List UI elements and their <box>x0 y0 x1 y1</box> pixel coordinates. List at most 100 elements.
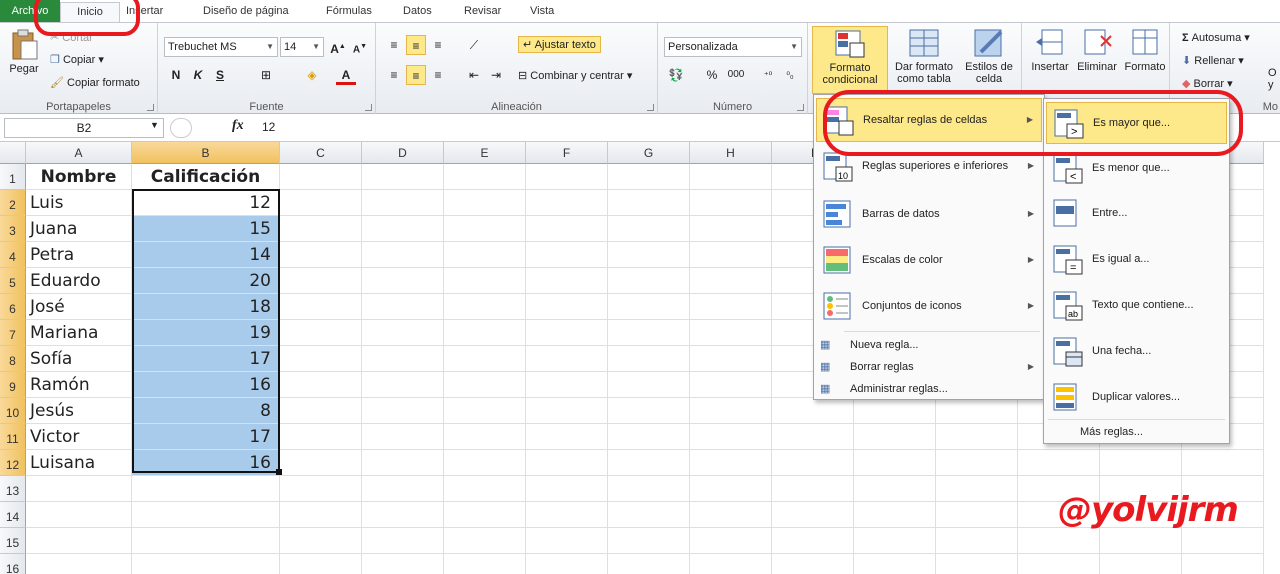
underline-button[interactable]: S <box>210 65 230 85</box>
cell-empty[interactable] <box>772 424 854 450</box>
cell-empty[interactable] <box>608 372 690 398</box>
cell-empty[interactable] <box>936 398 1018 424</box>
submenu-item-between[interactable]: Entre... <box>1046 193 1227 235</box>
cell-a[interactable] <box>26 476 132 502</box>
cell-empty[interactable] <box>362 502 444 528</box>
cell-empty[interactable] <box>936 528 1018 554</box>
cell-empty[interactable] <box>690 242 772 268</box>
fill-color-icon[interactable]: ◈ <box>302 65 322 85</box>
cell-b[interactable]: 8 <box>132 398 280 424</box>
cell-empty[interactable] <box>362 372 444 398</box>
cell-empty[interactable] <box>608 450 690 476</box>
cell-empty[interactable] <box>526 268 608 294</box>
number-launcher-icon[interactable] <box>797 104 804 111</box>
cell-empty[interactable] <box>608 164 690 190</box>
clipboard-launcher-icon[interactable] <box>147 104 154 111</box>
cell-empty[interactable] <box>936 476 1018 502</box>
fill-handle[interactable] <box>276 469 282 475</box>
cell-empty[interactable] <box>936 554 1018 574</box>
cell-empty[interactable] <box>280 502 362 528</box>
insert-cells-button[interactable]: Insertar <box>1026 26 1074 73</box>
align-middle-icon[interactable]: ≡ <box>406 35 426 55</box>
name-box[interactable]: B2 <box>4 118 164 138</box>
merge-center-button[interactable]: ⊟ Combinar y centrar ▾ <box>518 69 632 82</box>
cell-empty[interactable] <box>362 476 444 502</box>
orientation-icon[interactable]: ⟋ <box>464 35 484 55</box>
align-center-icon[interactable]: ≡ <box>406 65 426 85</box>
font-color-icon[interactable]: A <box>336 65 356 85</box>
alignment-launcher-icon[interactable] <box>647 104 654 111</box>
cell-a[interactable]: Petra <box>26 242 132 268</box>
cell-empty[interactable] <box>444 294 526 320</box>
menu-item-color-scales[interactable]: Escalas de color ▶ <box>816 239 1042 283</box>
cell-empty[interactable] <box>280 190 362 216</box>
cell-b[interactable]: 17 <box>132 346 280 372</box>
cell-empty[interactable] <box>690 398 772 424</box>
column-header-g[interactable]: G <box>608 142 690 164</box>
cell-a[interactable]: Juana <box>26 216 132 242</box>
cell-empty[interactable] <box>444 320 526 346</box>
cell-empty[interactable] <box>690 268 772 294</box>
cell-empty[interactable] <box>526 372 608 398</box>
decrease-indent-icon[interactable]: ⇤ <box>464 65 484 85</box>
cell-empty[interactable] <box>444 450 526 476</box>
cell-empty[interactable] <box>444 346 526 372</box>
cell-a[interactable]: Eduardo <box>26 268 132 294</box>
cell-empty[interactable] <box>1182 554 1264 574</box>
cell-b[interactable]: 20 <box>132 268 280 294</box>
tab-data[interactable]: Datos <box>403 3 432 22</box>
cell-empty[interactable] <box>608 320 690 346</box>
font-name-select[interactable]: Trebuchet MS ▼ <box>164 37 278 57</box>
bold-button[interactable]: N <box>166 65 186 85</box>
currency-icon[interactable]: 💱 <box>666 65 686 85</box>
cell-empty[interactable] <box>362 294 444 320</box>
cell-empty[interactable] <box>690 528 772 554</box>
name-box-dropdown-icon[interactable]: ▼ <box>150 120 159 130</box>
submenu-item-duplicate-values[interactable]: Duplicar valores... <box>1046 377 1227 419</box>
cell-a[interactable] <box>26 528 132 554</box>
cell-empty[interactable] <box>444 268 526 294</box>
row-header[interactable]: 5 <box>0 268 26 294</box>
increase-decimal-icon[interactable]: ⁺⁰ <box>758 65 778 85</box>
cell-empty[interactable] <box>690 424 772 450</box>
cell-empty[interactable] <box>690 476 772 502</box>
cell-empty[interactable] <box>854 450 936 476</box>
sort-filter-button[interactable]: O y <box>1268 67 1280 91</box>
tab-review[interactable]: Revisar <box>464 3 501 22</box>
cell-b[interactable]: 16 <box>132 372 280 398</box>
cell-empty[interactable] <box>526 398 608 424</box>
submenu-item-date[interactable]: Una fecha... <box>1046 331 1227 373</box>
cell-empty[interactable] <box>444 372 526 398</box>
cell-empty[interactable] <box>526 476 608 502</box>
cell-a[interactable]: Sofía <box>26 346 132 372</box>
cell-empty[interactable] <box>608 398 690 424</box>
cell-empty[interactable] <box>690 554 772 574</box>
cell-empty[interactable] <box>1018 450 1100 476</box>
row-header[interactable]: 9 <box>0 372 26 398</box>
cell-empty[interactable] <box>526 164 608 190</box>
cell-empty[interactable] <box>1182 450 1264 476</box>
cell-empty[interactable] <box>690 190 772 216</box>
tab-formulas[interactable]: Fórmulas <box>326 3 372 22</box>
cell-empty[interactable] <box>608 502 690 528</box>
column-header-h[interactable]: H <box>690 142 772 164</box>
menu-item-data-bars[interactable]: Barras de datos ▶ <box>816 193 1042 237</box>
delete-cells-button[interactable]: Eliminar <box>1072 26 1122 73</box>
cell-empty[interactable] <box>280 528 362 554</box>
cell-empty[interactable] <box>444 476 526 502</box>
format-cells-button[interactable]: Formato <box>1122 26 1168 73</box>
column-header-b[interactable]: B <box>132 142 280 164</box>
row-header[interactable]: 7 <box>0 320 26 346</box>
cell-empty[interactable] <box>526 320 608 346</box>
cell-empty[interactable] <box>608 346 690 372</box>
align-right-icon[interactable]: ≡ <box>428 65 448 85</box>
menu-item-clear-rules[interactable]: ▦ Borrar reglas ▶ <box>816 357 1042 379</box>
cell-empty[interactable] <box>280 346 362 372</box>
cell-empty[interactable] <box>608 424 690 450</box>
row-header[interactable]: 1 <box>0 164 26 190</box>
column-header-f[interactable]: F <box>526 142 608 164</box>
formula-bar-collapse-icon[interactable] <box>170 118 192 138</box>
cell-a[interactable]: Victor <box>26 424 132 450</box>
cell-empty[interactable] <box>280 164 362 190</box>
cell-empty[interactable] <box>526 242 608 268</box>
